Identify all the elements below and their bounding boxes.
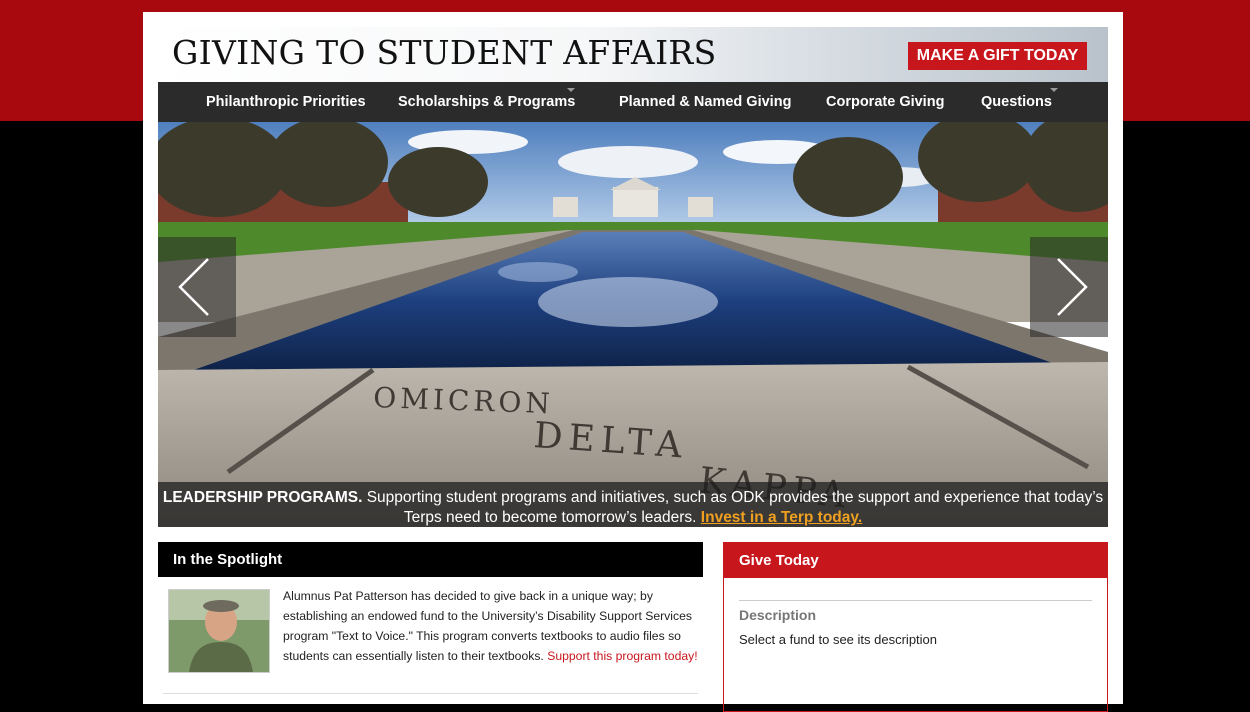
spotlight-body: Alumnus Pat Patterson has decided to giv… bbox=[283, 586, 703, 666]
invest-link[interactable]: Invest in a Terp today. bbox=[701, 509, 862, 526]
hero-slideshow: OMICRON DELTA KAPPA LEADERSHIP PROGRAMS.… bbox=[158, 122, 1108, 527]
chevron-right-icon bbox=[1057, 258, 1088, 316]
nav-item-scholarships-programs[interactable]: Scholarships & Programs bbox=[398, 82, 575, 122]
caption-heading: LEADERSHIP PROGRAMS. bbox=[162, 489, 363, 506]
description-label: Description bbox=[739, 607, 817, 623]
page-container: GIVING TO STUDENT AFFAIRS MAKE A GIFT TO… bbox=[143, 12, 1123, 712]
chevron-down-icon bbox=[567, 88, 575, 92]
divider bbox=[163, 693, 698, 694]
nav-item-questions[interactable]: Questions bbox=[981, 82, 1052, 122]
support-program-link[interactable]: Support this program today! bbox=[547, 649, 697, 663]
hero-image: OMICRON DELTA KAPPA bbox=[158, 122, 1108, 527]
nav-item-philanthropic-priorities[interactable]: Philanthropic Priorities bbox=[206, 82, 366, 122]
main-nav: Philanthropic Priorities Scholarships & … bbox=[158, 82, 1108, 122]
chevron-left-icon bbox=[178, 258, 209, 316]
spotlight-photo bbox=[168, 589, 270, 673]
site-header: GIVING TO STUDENT AFFAIRS MAKE A GIFT TO… bbox=[158, 27, 1108, 82]
give-today-panel: Give Today Description Select a fund to … bbox=[723, 542, 1108, 712]
site-title: GIVING TO STUDENT AFFAIRS bbox=[172, 33, 717, 72]
make-gift-button[interactable]: MAKE A GIFT TODAY bbox=[908, 42, 1087, 70]
divider bbox=[739, 600, 1092, 601]
give-today-heading: Give Today bbox=[724, 543, 1107, 578]
nav-item-corporate-giving[interactable]: Corporate Giving bbox=[826, 82, 944, 122]
slide-caption: LEADERSHIP PROGRAMS. Supporting student … bbox=[158, 482, 1108, 527]
slide-prev-button[interactable] bbox=[158, 237, 236, 337]
chevron-down-icon bbox=[1050, 88, 1058, 92]
nav-item-planned-named-giving[interactable]: Planned & Named Giving bbox=[619, 82, 791, 122]
slide-next-button[interactable] bbox=[1030, 237, 1108, 337]
engraving-omicron: OMICRON bbox=[373, 381, 555, 420]
spotlight-heading: In the Spotlight bbox=[158, 542, 703, 577]
description-text: Select a fund to see its description bbox=[739, 632, 938, 647]
